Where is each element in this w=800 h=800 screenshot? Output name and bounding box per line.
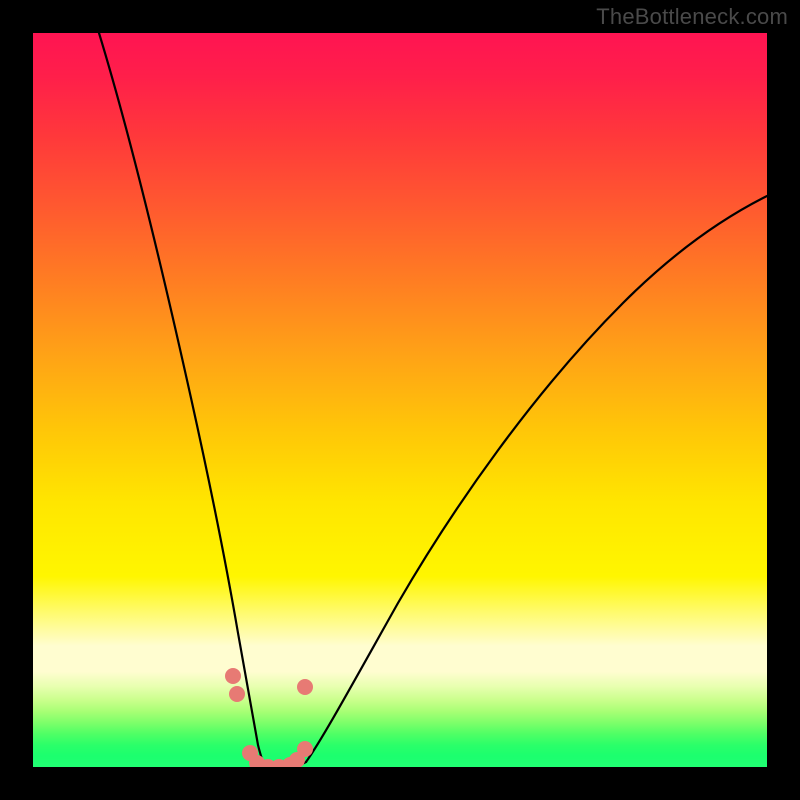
- curve-layer: [33, 33, 767, 767]
- data-marker: [297, 679, 313, 695]
- data-marker: [297, 741, 313, 757]
- watermark-text: TheBottleneck.com: [596, 4, 788, 30]
- curve-left-branch: [99, 33, 265, 766]
- curve-right-branch: [306, 196, 767, 762]
- data-marker: [229, 686, 245, 702]
- data-marker: [225, 668, 241, 684]
- chart-frame: TheBottleneck.com: [0, 0, 800, 800]
